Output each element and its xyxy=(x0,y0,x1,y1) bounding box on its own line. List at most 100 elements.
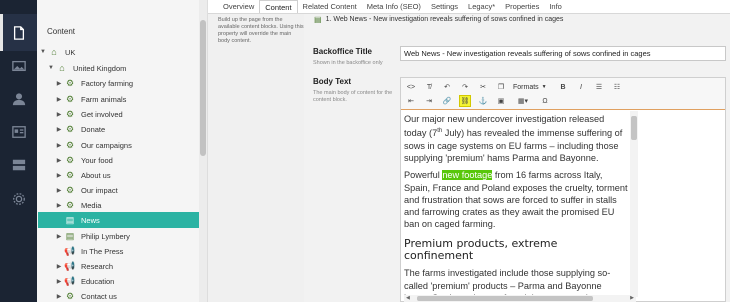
bullet-list-icon[interactable]: ☰ xyxy=(593,81,605,93)
blocks-description: Build up the page from the available con… xyxy=(218,17,304,44)
app-rail xyxy=(0,0,37,302)
tree-node-our-campaigns[interactable]: ▶ ⚙ Our campaigns xyxy=(55,137,132,153)
caret-right-icon[interactable]: ▶ xyxy=(55,111,63,118)
editor-horizontal-scrollbar[interactable]: ◀ ▶ xyxy=(404,295,636,302)
undo-icon[interactable]: ↶ xyxy=(441,81,453,93)
rail-forms[interactable] xyxy=(0,113,37,150)
gear-icon: ⚙ xyxy=(65,123,75,134)
caret-down-icon[interactable]: ▼ xyxy=(47,65,55,71)
caret-right-icon[interactable]: ▶ xyxy=(55,187,63,194)
tree-node-factory-farming[interactable]: ▶ ⚙ Factory farming xyxy=(55,75,133,91)
gear-icon: ⚙ xyxy=(65,77,75,88)
tree-node-united-kingdom[interactable]: ▼ ⌂ United Kingdom xyxy=(47,60,126,76)
redo-icon[interactable]: ↷ xyxy=(459,81,471,93)
tree-node-philip-lymbery[interactable]: ▶ ▤ Philip Lymbery xyxy=(55,228,130,244)
scroll-left-icon[interactable]: ◀ xyxy=(406,295,410,301)
caret-right-icon[interactable]: ▶ xyxy=(55,142,63,149)
tree-node-label: Media xyxy=(81,200,102,210)
tree-node-farm-animals[interactable]: ▶ ⚙ Farm animals xyxy=(55,91,127,107)
caret-right-icon[interactable]: ▶ xyxy=(55,126,63,133)
breadcrumb[interactable]: ▤ 1. Web News - New investigation reveal… xyxy=(314,15,563,24)
tree-node-donate[interactable]: ▶ ⚙ Donate xyxy=(55,121,106,137)
rail-media[interactable] xyxy=(0,47,37,84)
tree-node-education[interactable]: ▶ 📢 Education xyxy=(55,273,115,289)
backoffice-title-label: Backoffice Title xyxy=(313,47,372,56)
form-icon xyxy=(11,125,26,138)
tree-node-label: Education xyxy=(81,276,115,286)
tab-meta-info[interactable]: Meta Info (SEO) xyxy=(362,0,426,13)
tab-related-content[interactable]: Related Content xyxy=(298,0,362,13)
tree-node-label: In The Press xyxy=(81,246,124,256)
tree-node-uk[interactable]: ▼ ⌂ UK xyxy=(39,44,75,60)
source-code-icon[interactable]: <> xyxy=(405,81,417,93)
backoffice-title-input[interactable] xyxy=(400,46,726,61)
tree-node-in-the-press[interactable]: 📢 In The Press xyxy=(55,243,123,259)
tab-legacy[interactable]: Legacy* xyxy=(463,0,500,13)
editor-vertical-scrollbar[interactable] xyxy=(630,111,638,297)
rail-settings[interactable] xyxy=(0,146,37,183)
caret-right-icon[interactable]: ▶ xyxy=(55,263,63,270)
body-text-label: Body Text xyxy=(313,77,352,86)
scroll-right-icon[interactable]: ▶ xyxy=(630,295,634,301)
tree-node-about-us[interactable]: ▶ ⚙ About us xyxy=(55,167,111,183)
tree-node-get-involved[interactable]: ▶ ⚙ Get involved xyxy=(55,106,123,122)
tree-node-media[interactable]: ▶ ⚙ Media xyxy=(55,197,102,213)
rail-content[interactable] xyxy=(0,14,37,51)
tab-content[interactable]: Content xyxy=(259,0,298,13)
clear-format-icon[interactable]: T̸ xyxy=(423,81,435,93)
caret-right-icon[interactable]: ▶ xyxy=(55,293,63,300)
tree-node-label: UK xyxy=(65,47,76,57)
home-icon: ⌂ xyxy=(59,63,65,73)
tab-info[interactable]: Info xyxy=(544,0,567,13)
formats-dropdown[interactable]: Formats ▼ xyxy=(513,81,547,93)
caret-right-icon[interactable]: ▶ xyxy=(55,202,63,209)
cut-icon[interactable]: ✂ xyxy=(477,81,489,93)
rail-members[interactable] xyxy=(0,80,37,117)
copy-icon[interactable]: ❐ xyxy=(495,81,507,93)
tree-node-your-food[interactable]: ▶ ⚙ Your food xyxy=(55,152,113,168)
caret-right-icon[interactable]: ▶ xyxy=(55,96,63,103)
tree-node-our-impact[interactable]: ▶ ⚙ Our impact xyxy=(55,182,118,198)
rich-text-editor[interactable]: <> T̸ ↶ ↷ ✂ ❐ Formats ▼ B I ☰ ☷ ⇤ ⇥ 🔗 ⛓ xyxy=(400,77,726,302)
home-icon: ⌂ xyxy=(51,47,57,57)
tab-overview[interactable]: Overview xyxy=(218,0,259,13)
caret-right-icon[interactable]: ▶ xyxy=(55,172,63,179)
table-icon[interactable]: ▦▾ xyxy=(513,95,533,107)
caret-right-icon[interactable]: ▶ xyxy=(55,80,63,87)
tab-settings[interactable]: Settings xyxy=(426,0,463,13)
special-char-icon[interactable]: Ω xyxy=(539,95,551,107)
highlighted-text[interactable]: new footage xyxy=(442,170,493,181)
tree-scrollbar-thumb[interactable] xyxy=(200,20,206,156)
caret-right-icon[interactable]: ▶ xyxy=(55,278,63,285)
tree-node-label: Research xyxy=(81,261,114,271)
outdent-icon[interactable]: ⇤ xyxy=(405,95,417,107)
tree-node-news[interactable]: ▤ News xyxy=(38,212,200,228)
image-icon[interactable]: ▣ xyxy=(495,95,507,107)
caret-right-icon[interactable]: ▶ xyxy=(55,233,63,240)
tree-node-research[interactable]: ▶ 📢 Research xyxy=(55,258,113,274)
document-icon xyxy=(13,25,24,40)
caret-down-icon[interactable]: ▼ xyxy=(39,49,47,55)
editor-horizontal-scrollbar-thumb[interactable] xyxy=(417,296,593,301)
caret-right-icon[interactable]: ▶ xyxy=(55,157,63,164)
tab-properties[interactable]: Properties xyxy=(500,0,544,13)
tree-node-label: Your food xyxy=(81,155,113,165)
tree-node-label: About us xyxy=(81,170,111,180)
tree-scrollbar[interactable] xyxy=(199,0,207,302)
tree-node-contact-us[interactable]: ▶ ⚙ Contact us xyxy=(55,288,117,302)
content-heading: Premium products, extreme confinement xyxy=(404,236,558,263)
anchor-icon[interactable]: ⚓ xyxy=(477,95,489,107)
link-icon[interactable]: 🔗 xyxy=(441,95,453,107)
numbered-list-icon[interactable]: ☷ xyxy=(611,81,623,93)
server-icon xyxy=(12,159,25,170)
indent-icon[interactable]: ⇥ xyxy=(423,95,435,107)
editor-vertical-scrollbar-thumb[interactable] xyxy=(631,116,637,140)
gear-icon: ⚙ xyxy=(65,199,75,210)
unlink-icon[interactable]: ⛓ xyxy=(459,95,471,107)
rail-developer[interactable] xyxy=(0,180,37,217)
tree-node-label: Factory farming xyxy=(81,78,134,88)
user-icon xyxy=(12,92,25,105)
bold-icon[interactable]: B xyxy=(557,81,569,93)
editor-content[interactable]: Our major new undercover investigation r… xyxy=(404,113,628,302)
italic-icon[interactable]: I xyxy=(575,81,587,93)
